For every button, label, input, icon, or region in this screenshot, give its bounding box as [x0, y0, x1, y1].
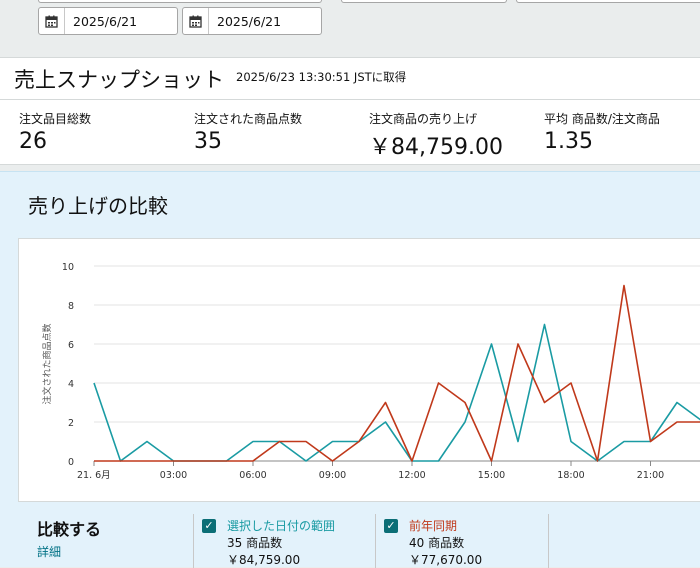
x-tick-label: 21. 6月: [77, 470, 111, 481]
metric-label: 注文品目総数: [19, 112, 92, 126]
checkbox-checked-icon[interactable]: ✓: [384, 519, 398, 533]
calendar-icon[interactable]: [39, 8, 65, 34]
y-tick-label: 0: [68, 457, 74, 468]
x-tick-label: 06:00: [239, 470, 266, 481]
y-tick-label: 6: [68, 340, 74, 351]
legend-units: 40 商品数: [409, 536, 465, 550]
metric-ordered-product-sales: 注文商品の売り上げ ￥84,759.00: [369, 110, 503, 161]
calendar-icon[interactable]: [183, 8, 209, 34]
divider: [375, 514, 376, 568]
metric-value: 1.35: [544, 129, 593, 154]
x-tick-label: 15:00: [478, 470, 505, 481]
x-tick-label: 03:00: [160, 470, 187, 481]
comparison-legend-bar: 比較する 詳細 ✓ 選択した日付の範囲 35 商品数 ￥84,759.00 ✓ …: [0, 506, 700, 568]
metric-value: ￥84,759.00: [369, 135, 503, 160]
legend-sales: ￥84,759.00: [227, 553, 301, 567]
series-line-previous-year: [94, 284, 700, 462]
end-date-value: 2025/6/21: [217, 13, 282, 29]
legend-series-name: 前年同期: [409, 519, 458, 533]
y-tick-label: 8: [68, 301, 74, 312]
x-tick-label: 09:00: [319, 470, 346, 481]
compare-label: 比較する: [37, 520, 102, 539]
metric-average-units-per-item: 平均 商品数/注文商品 1.35: [544, 110, 660, 154]
start-date-field[interactable]: 2025/6/21: [38, 7, 178, 35]
legend-series-name: 選択した日付の範囲: [227, 519, 336, 533]
y-tick-label: 4: [68, 379, 74, 390]
sales-comparison-panel: 売り上げの比較 0 2 4 6 8 10 注文された商品点数 21. 6月 03:00 06:00…: [0, 171, 700, 568]
series-line-selected-range: [93, 323, 700, 462]
filter-bar: 2025/6/21 2025/6/21: [0, 0, 700, 52]
start-date-value: 2025/6/21: [73, 13, 138, 29]
metric-label: 注文商品の売り上げ: [369, 112, 478, 126]
divider: [193, 514, 194, 568]
filter-dropdown-stub[interactable]: [516, 0, 700, 3]
y-tick-label: 2: [68, 418, 74, 429]
legend-sales: ￥77,670.00: [409, 553, 483, 567]
end-date-field[interactable]: 2025/6/21: [182, 7, 322, 35]
metric-label: 注文された商品点数: [194, 112, 303, 126]
comparison-title: 売り上げの比較: [28, 194, 168, 218]
snapshot-title: 売上スナップショット: [14, 68, 224, 92]
metric-units-ordered: 注文された商品点数 35: [194, 110, 302, 154]
sales-snapshot-panel: 売上スナップショット 2025/6/23 13:30:51 JSTに取得 注文品…: [0, 57, 700, 165]
metric-value: 35: [194, 129, 222, 154]
y-axis-label: 注文された商品点数: [41, 323, 53, 404]
metric-label: 平均 商品数/注文商品: [544, 112, 660, 126]
x-tick-label: 21:00: [637, 470, 664, 481]
x-tick-label: 18:00: [557, 470, 584, 481]
y-tick-label: 10: [62, 262, 74, 273]
filter-dropdown-stub[interactable]: [38, 0, 322, 3]
units-ordered-chart: 0 2 4 6 8 10 注文された商品点数 21. 6月 03:00 06:00 09:00 12:…: [18, 238, 700, 502]
metric-value: 26: [19, 129, 47, 154]
line-chart: 0 2 4 6 8 10 注文された商品点数 21. 6月 03:00 06:00 09:00 12:…: [41, 262, 700, 481]
divider: [548, 514, 549, 568]
filter-dropdown-stub[interactable]: [341, 0, 507, 3]
checkbox-checked-icon[interactable]: ✓: [202, 519, 216, 533]
x-tick-label: 12:00: [398, 470, 425, 481]
metric-total-order-items: 注文品目総数 26: [19, 110, 91, 154]
legend-units: 35 商品数: [227, 536, 283, 550]
snapshot-timestamp: 2025/6/23 13:30:51 JSTに取得: [236, 70, 407, 84]
snapshot-header: 売上スナップショット 2025/6/23 13:30:51 JSTに取得: [0, 58, 700, 100]
detail-link[interactable]: 詳細: [37, 543, 61, 560]
